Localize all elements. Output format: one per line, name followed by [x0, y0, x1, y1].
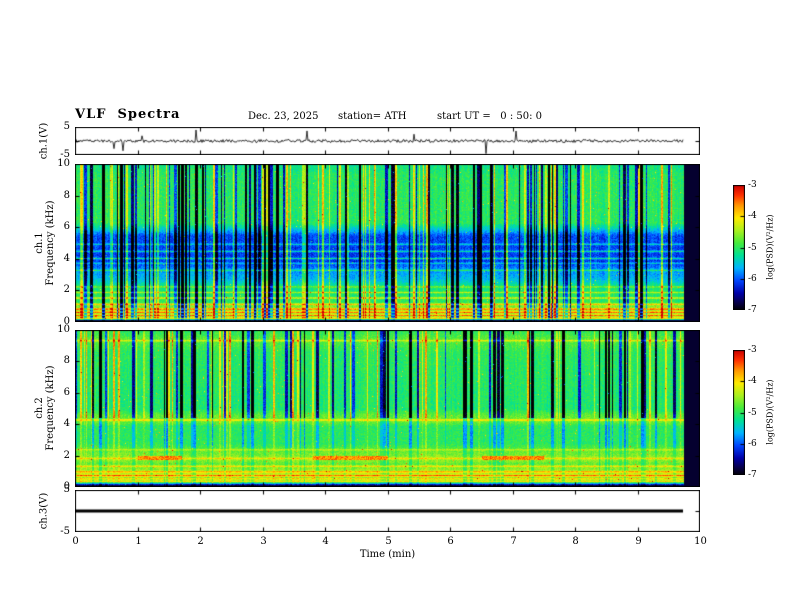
start-ut-label: start UT = 0 : 50: 0	[437, 111, 543, 122]
spec1-ytick-2: 2	[63, 284, 70, 295]
colorbar-2-tick-neg3: -3	[748, 345, 757, 355]
ch3-wave-ytick-5: 5	[63, 484, 70, 495]
colorbar-1-unit-label: log(PSD)(V²/Hz)	[765, 214, 776, 279]
figure-title: VLF Spectra	[75, 107, 181, 122]
colorbar-1-unit-text: log(PSD)(V²/Hz)	[765, 214, 775, 280]
x-tick-3: 3	[260, 536, 267, 547]
ch2-spectrogram-canvas	[75, 330, 700, 487]
x-tick-9: 9	[635, 536, 642, 547]
ch1-spectrogram-canvas	[75, 164, 700, 322]
colorbar-1-tick-neg7: -7	[748, 305, 757, 315]
x-tick-6: 6	[447, 536, 454, 547]
spec2-frequency-label: Frequency (kHz)	[45, 365, 56, 451]
x-tick-2: 2	[197, 536, 204, 547]
colorbar-2-unit-text: log(PSD)(V²/Hz)	[765, 379, 775, 445]
colorbar-2-tick-neg7: -7	[748, 470, 757, 480]
date-label: Dec. 23, 2025	[248, 111, 319, 122]
x-tick-7: 7	[510, 536, 517, 547]
spec1-ytick-4: 4	[63, 253, 70, 264]
colorbar-1-tick-neg3: -3	[748, 180, 757, 190]
x-tick-4: 4	[322, 536, 329, 547]
vlf-spectra-figure: VLF Spectra Dec. 23, 2025 station= ATH s…	[0, 0, 792, 612]
spec2-ytick-8: 8	[63, 355, 70, 366]
colorbar-1	[733, 185, 745, 310]
spec2-ytick-2: 2	[63, 450, 70, 461]
spec1-ytick-6: 6	[63, 221, 70, 232]
spec1-frequency-label: Frequency (kHz)	[45, 200, 56, 286]
x-tick-1: 1	[135, 536, 142, 547]
x-axis-label: Time (min)	[359, 549, 416, 560]
ch3-waveform-canvas	[75, 490, 700, 532]
ch3-wave-ylabel-text: ch.3(V)	[38, 492, 50, 530]
ch3-wave-ylabel: ch.3(V)	[39, 493, 50, 530]
x-tick-5: 5	[385, 536, 392, 547]
spec1-channel-label: ch.1	[34, 232, 45, 254]
spec2-channel-label: ch.2	[34, 397, 45, 419]
x-tick-0: 0	[72, 536, 79, 547]
ch1-waveform-canvas	[75, 127, 700, 155]
ch1-wave-ylabel: ch.1(V)	[39, 123, 50, 160]
ch1-wave-ytick-5: 5	[63, 121, 70, 132]
spec1-ytick-10: 10	[57, 158, 70, 169]
colorbar-2	[733, 350, 745, 475]
x-tick-8: 8	[572, 536, 579, 547]
x-tick-10: 10	[694, 536, 707, 547]
spec2-ytick-6: 6	[63, 387, 70, 398]
spec2-ytick-10: 10	[57, 324, 70, 335]
spec2-ylabel: ch.2 Frequency (kHz)	[34, 365, 56, 450]
ch1-wave-ylabel-text: ch.1(V)	[38, 122, 50, 160]
spec1-ylabel: ch.1 Frequency (kHz)	[34, 200, 56, 285]
spec1-ytick-8: 8	[63, 190, 70, 201]
station-label: station= ATH	[338, 111, 407, 122]
colorbar-2-unit-label: log(PSD)(V²/Hz)	[765, 379, 776, 444]
spec2-ytick-4: 4	[63, 418, 70, 429]
